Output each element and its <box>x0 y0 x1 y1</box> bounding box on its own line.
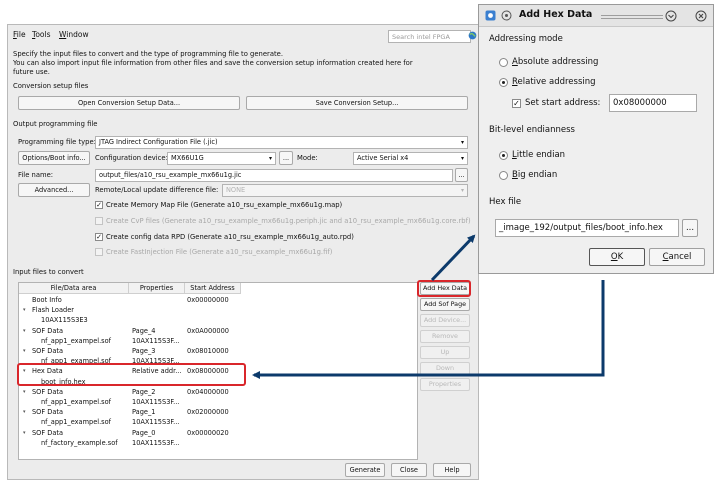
arrow-to-hex-row <box>252 280 605 379</box>
arrow-to-dialog <box>430 234 476 282</box>
callout-arrows <box>252 234 605 379</box>
